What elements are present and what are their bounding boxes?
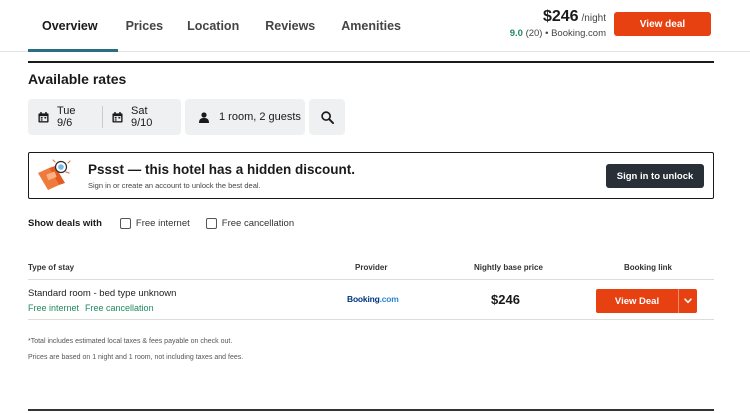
amenity-free-cancellation: Free cancellation (85, 303, 154, 313)
tab-overview[interactable]: Overview (28, 0, 118, 52)
tab-prices[interactable]: Prices (118, 0, 180, 52)
header-price-summary: $246 /night 9.0 (20) • Booking.com (510, 8, 606, 39)
section-tabs: Overview Prices Location Reviews Ameniti… (28, 0, 415, 52)
provider-logo[interactable]: Booking.com (347, 294, 399, 304)
chevron-down-icon[interactable] (678, 289, 697, 313)
rates-table: Type of stay Provider Nightly base price… (28, 258, 714, 320)
col-booking-link: Booking link (624, 263, 672, 272)
rating-details: (20) • Booking.com (525, 28, 606, 39)
free-cancellation-checkbox[interactable] (205, 218, 217, 229)
table-row: Standard room - bed type unknown Free in… (28, 280, 714, 320)
deal-filters: Show deals with Free internet Free cance… (28, 218, 310, 229)
hidden-discount-banner: Pssst — this hotel has a hidden discount… (28, 152, 714, 199)
search-button[interactable] (309, 99, 345, 135)
room-type: Standard room - bed type unknown (28, 288, 177, 299)
person-icon (199, 111, 209, 123)
checkout-date-field[interactable]: Sat 9/10 (112, 105, 171, 129)
section-divider (28, 61, 714, 63)
nightly-price: $246 (491, 292, 520, 307)
discount-illustration (35, 159, 75, 193)
view-deal-button[interactable]: View Deal (596, 289, 678, 313)
header-price-unit: /night (581, 13, 606, 24)
tab-amenities[interactable]: Amenities (331, 0, 415, 52)
filter-free-internet[interactable]: Free internet (119, 218, 190, 229)
guests-selector[interactable]: 1 room, 2 guests (185, 99, 305, 135)
sign-in-to-unlock-button[interactable]: Sign in to unlock (606, 164, 704, 188)
amenity-free-internet: Free internet (28, 303, 80, 313)
banner-title: Pssst — this hotel has a hidden discount… (88, 162, 356, 177)
date-separator (102, 106, 103, 128)
provider-name: Booking (347, 294, 380, 304)
sticky-header: Overview Prices Location Reviews Ameniti… (0, 0, 750, 52)
header-rating: 9.0 (20) • Booking.com (510, 28, 606, 39)
rate-search-bar: Tue 9/6 Sat 9/10 1 room, 2 guests (28, 99, 345, 135)
calendar-icon (38, 111, 49, 123)
room-amenities: Free internet Free cancellation (28, 303, 154, 313)
header-view-deal-button[interactable]: View deal (614, 12, 711, 36)
header-price: $246 (542, 8, 579, 25)
search-icon (320, 110, 334, 124)
checkin-date: Tue 9/6 (57, 105, 76, 129)
table-header: Type of stay Provider Nightly base price… (28, 258, 714, 280)
checkout-date: Sat 9/10 (130, 105, 153, 129)
free-internet-checkbox[interactable] (119, 218, 131, 229)
col-type-of-stay: Type of stay (28, 263, 75, 272)
filter-free-cancellation[interactable]: Free cancellation (205, 218, 295, 229)
provider-suffix: .com (379, 294, 399, 304)
footnote-pricing-basis: Prices are based on 1 night and 1 room, … (28, 354, 244, 361)
bottom-divider (28, 409, 714, 411)
date-picker: Tue 9/6 Sat 9/10 (28, 99, 181, 135)
view-deal-split-button: View Deal (596, 289, 697, 313)
free-cancellation-label: Free cancellation (221, 218, 295, 229)
banner-subtitle: Sign in or create an account to unlock t… (88, 181, 261, 190)
tab-reviews[interactable]: Reviews (255, 0, 331, 52)
available-rates-title: Available rates (28, 71, 127, 87)
tab-location[interactable]: Location (179, 0, 255, 52)
col-provider: Provider (355, 263, 388, 272)
filters-label: Show deals with (28, 218, 102, 229)
col-nightly-price: Nightly base price (474, 263, 543, 272)
rating-score: 9.0 (509, 28, 523, 39)
checkin-date-field[interactable]: Tue 9/6 (38, 105, 93, 129)
guests-label: 1 room, 2 guests (219, 111, 301, 123)
footnote-taxes: *Total includes estimated local taxes & … (28, 338, 233, 345)
free-internet-label: Free internet (135, 218, 190, 229)
calendar-icon (112, 111, 123, 123)
